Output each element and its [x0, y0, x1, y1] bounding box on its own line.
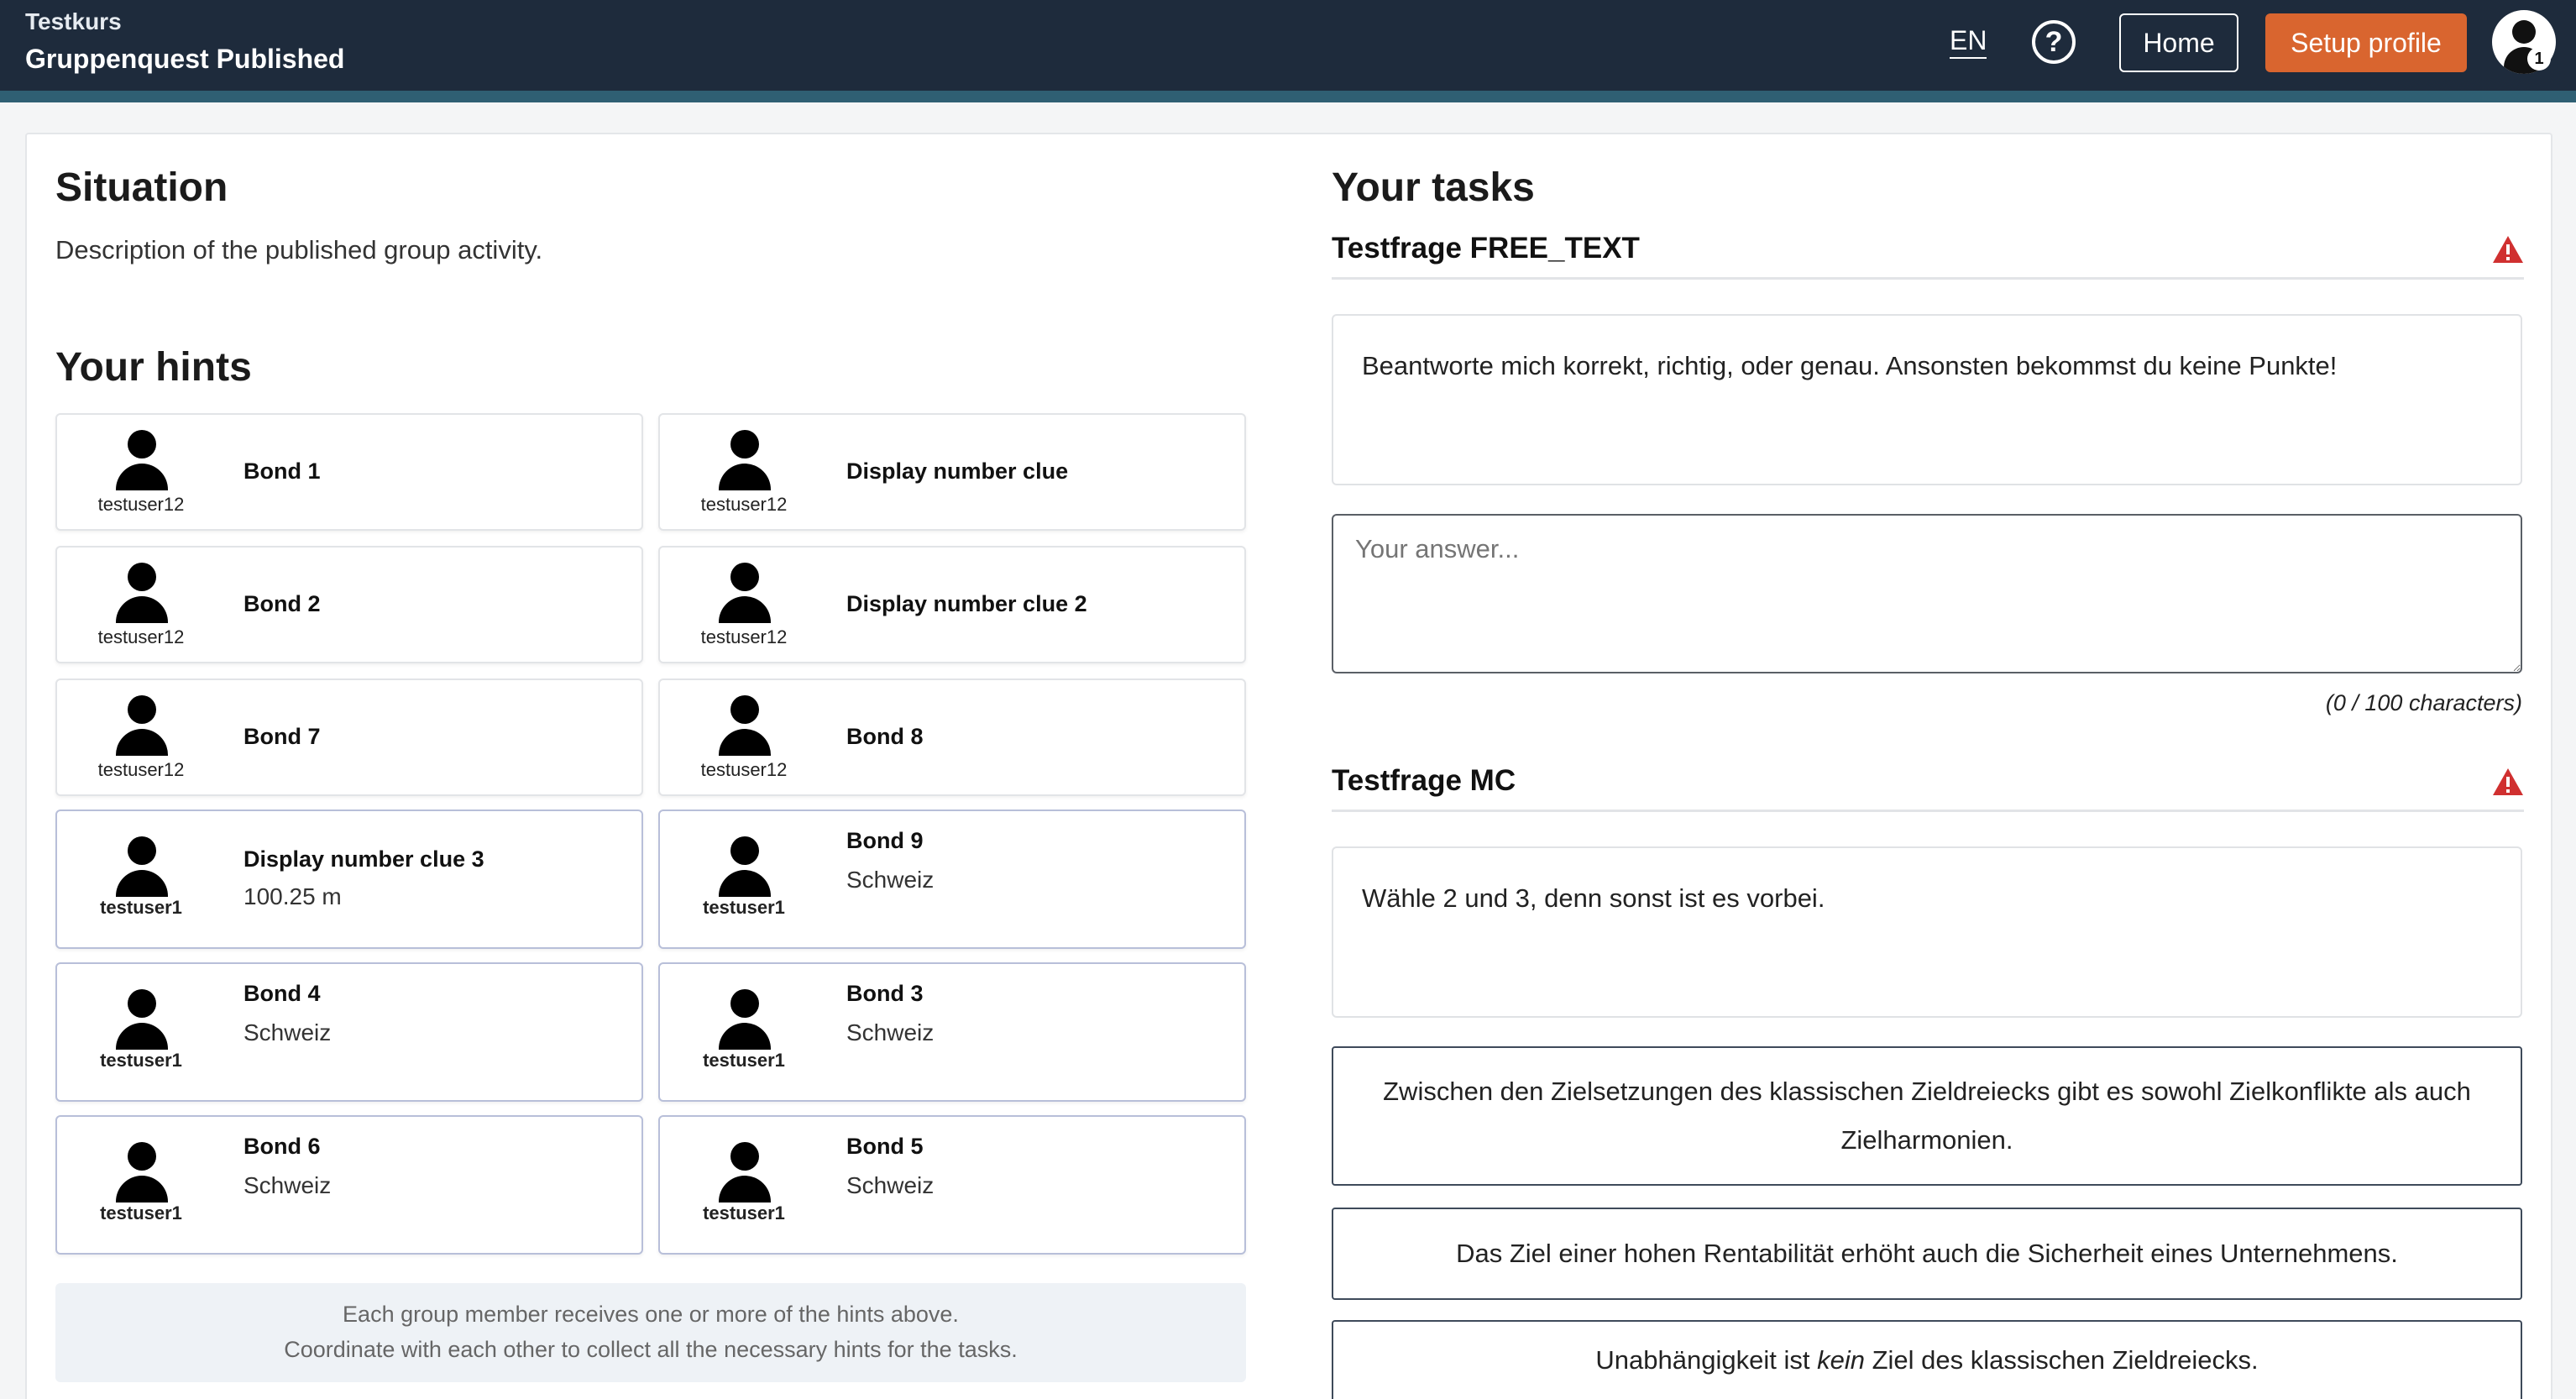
hint-user: testuser12	[97, 759, 185, 780]
hint-title: Bond 9	[846, 828, 924, 853]
hint-user: testuser12	[97, 494, 185, 515]
home-button[interactable]: Home	[2119, 13, 2238, 72]
mc-option-3-emphasis: kein	[1817, 1345, 1865, 1375]
hint-title: Bond 3	[846, 981, 924, 1006]
hint-card: testuser12 Display number clue	[658, 413, 1246, 531]
hint-value: Schweiz	[846, 1019, 935, 1045]
hint-card: testuser12 Bond 1	[55, 413, 643, 531]
hint-user: testuser12	[97, 626, 185, 647]
setup-profile-button[interactable]: Setup profile	[2265, 13, 2467, 72]
hint-title: Bond 5	[846, 1134, 924, 1159]
hint-card: testuser12 Display number clue 2	[658, 546, 1246, 663]
hints-title: Your hints	[55, 345, 252, 390]
hint-title: Bond 7	[243, 724, 321, 749]
hint-user: testuser12	[700, 759, 788, 780]
course-name: Testkurs	[25, 8, 122, 34]
hint-value: Schweiz	[243, 1172, 332, 1198]
navbar-stripe	[0, 91, 2576, 102]
hint-user: testuser12	[700, 494, 788, 515]
warning-icon	[2493, 768, 2523, 795]
hint-card: testuser1 Display number clue 3 100.25 m	[55, 810, 643, 949]
hints-note-line-2: Coordinate with each other to collect al…	[284, 1337, 1018, 1362]
hint-card: testuser1 Bond 9 Schweiz	[658, 810, 1246, 949]
situation-title: Situation	[55, 165, 228, 210]
hint-title: Bond 4	[243, 981, 321, 1006]
hint-user: testuser1	[703, 897, 785, 918]
tasks-title: Your tasks	[1332, 165, 1535, 210]
hint-title: Bond 1	[243, 458, 321, 484]
free-text-question: Beantworte mich korrekt, richtig, oder g…	[1332, 314, 2522, 485]
hint-card: testuser12 Bond 7	[55, 679, 643, 796]
task-heading-mc: Testfrage MC	[1332, 764, 2524, 812]
hint-card: testuser1 Bond 3 Schweiz	[658, 962, 1246, 1102]
mc-question: Wähle 2 und 3, denn sonst ist es vorbei.	[1332, 846, 2522, 1018]
hint-user: testuser1	[703, 1050, 785, 1071]
user-icon-head	[2512, 20, 2536, 44]
hint-user: testuser12	[700, 626, 788, 647]
hint-title: Bond 2	[243, 591, 321, 616]
answer-textarea[interactable]	[1332, 514, 2522, 673]
character-counter: (0 / 100 characters)	[2325, 690, 2522, 715]
hint-value: Schweiz	[846, 1172, 935, 1198]
mc-option-1[interactable]: Zwischen den Zielsetzungen des klassisch…	[1332, 1046, 2522, 1186]
language-switcher[interactable]: EN	[1950, 27, 1987, 59]
help-icon[interactable]: ?	[2032, 20, 2076, 64]
hint-card: testuser12 Bond 8	[658, 679, 1246, 796]
hint-card: testuser1 Bond 4 Schweiz	[55, 962, 643, 1102]
hint-value: 100.25 m	[243, 883, 342, 909]
mc-option-3-text-a: Unabhängigkeit ist	[1595, 1345, 1818, 1375]
hint-user: testuser1	[100, 1050, 182, 1071]
warning-icon	[2493, 236, 2523, 263]
hint-value: Schweiz	[846, 867, 935, 893]
hint-card: testuser1 Bond 5 Schweiz	[658, 1115, 1246, 1255]
situation-description: Description of the published group activ…	[55, 235, 543, 265]
quest-title: Gruppenquest Published	[25, 44, 345, 74]
task-heading-free-text: Testfrage FREE_TEXT	[1332, 232, 2524, 280]
hints-info-note: Each group member receives one or more o…	[55, 1283, 1246, 1382]
mc-option-2[interactable]: Das Ziel einer hohen Rentabilität erhöht…	[1332, 1208, 2522, 1300]
hint-title: Bond 8	[846, 724, 924, 749]
hint-user: testuser1	[100, 1203, 182, 1223]
hint-card: testuser12 Bond 2	[55, 546, 643, 663]
hint-user: testuser1	[100, 897, 182, 918]
hint-user: testuser1	[703, 1203, 785, 1223]
avatar-level-badge: 1	[2527, 47, 2551, 71]
hint-title: Bond 6	[243, 1134, 321, 1159]
hint-title: Display number clue 2	[846, 591, 1087, 616]
hint-card: testuser1 Bond 6 Schweiz	[55, 1115, 643, 1255]
hint-title: Display number clue	[846, 458, 1069, 484]
hint-value: Schweiz	[243, 1019, 332, 1045]
hint-title: Display number clue 3	[243, 846, 484, 872]
hints-note-line-1: Each group member receives one or more o…	[343, 1302, 959, 1327]
mc-option-3[interactable]: Unabhängigkeit ist kein Ziel des klassis…	[1332, 1320, 2522, 1399]
mc-option-3-text-b: Ziel des klassischen Zieldreiecks.	[1864, 1345, 2259, 1375]
